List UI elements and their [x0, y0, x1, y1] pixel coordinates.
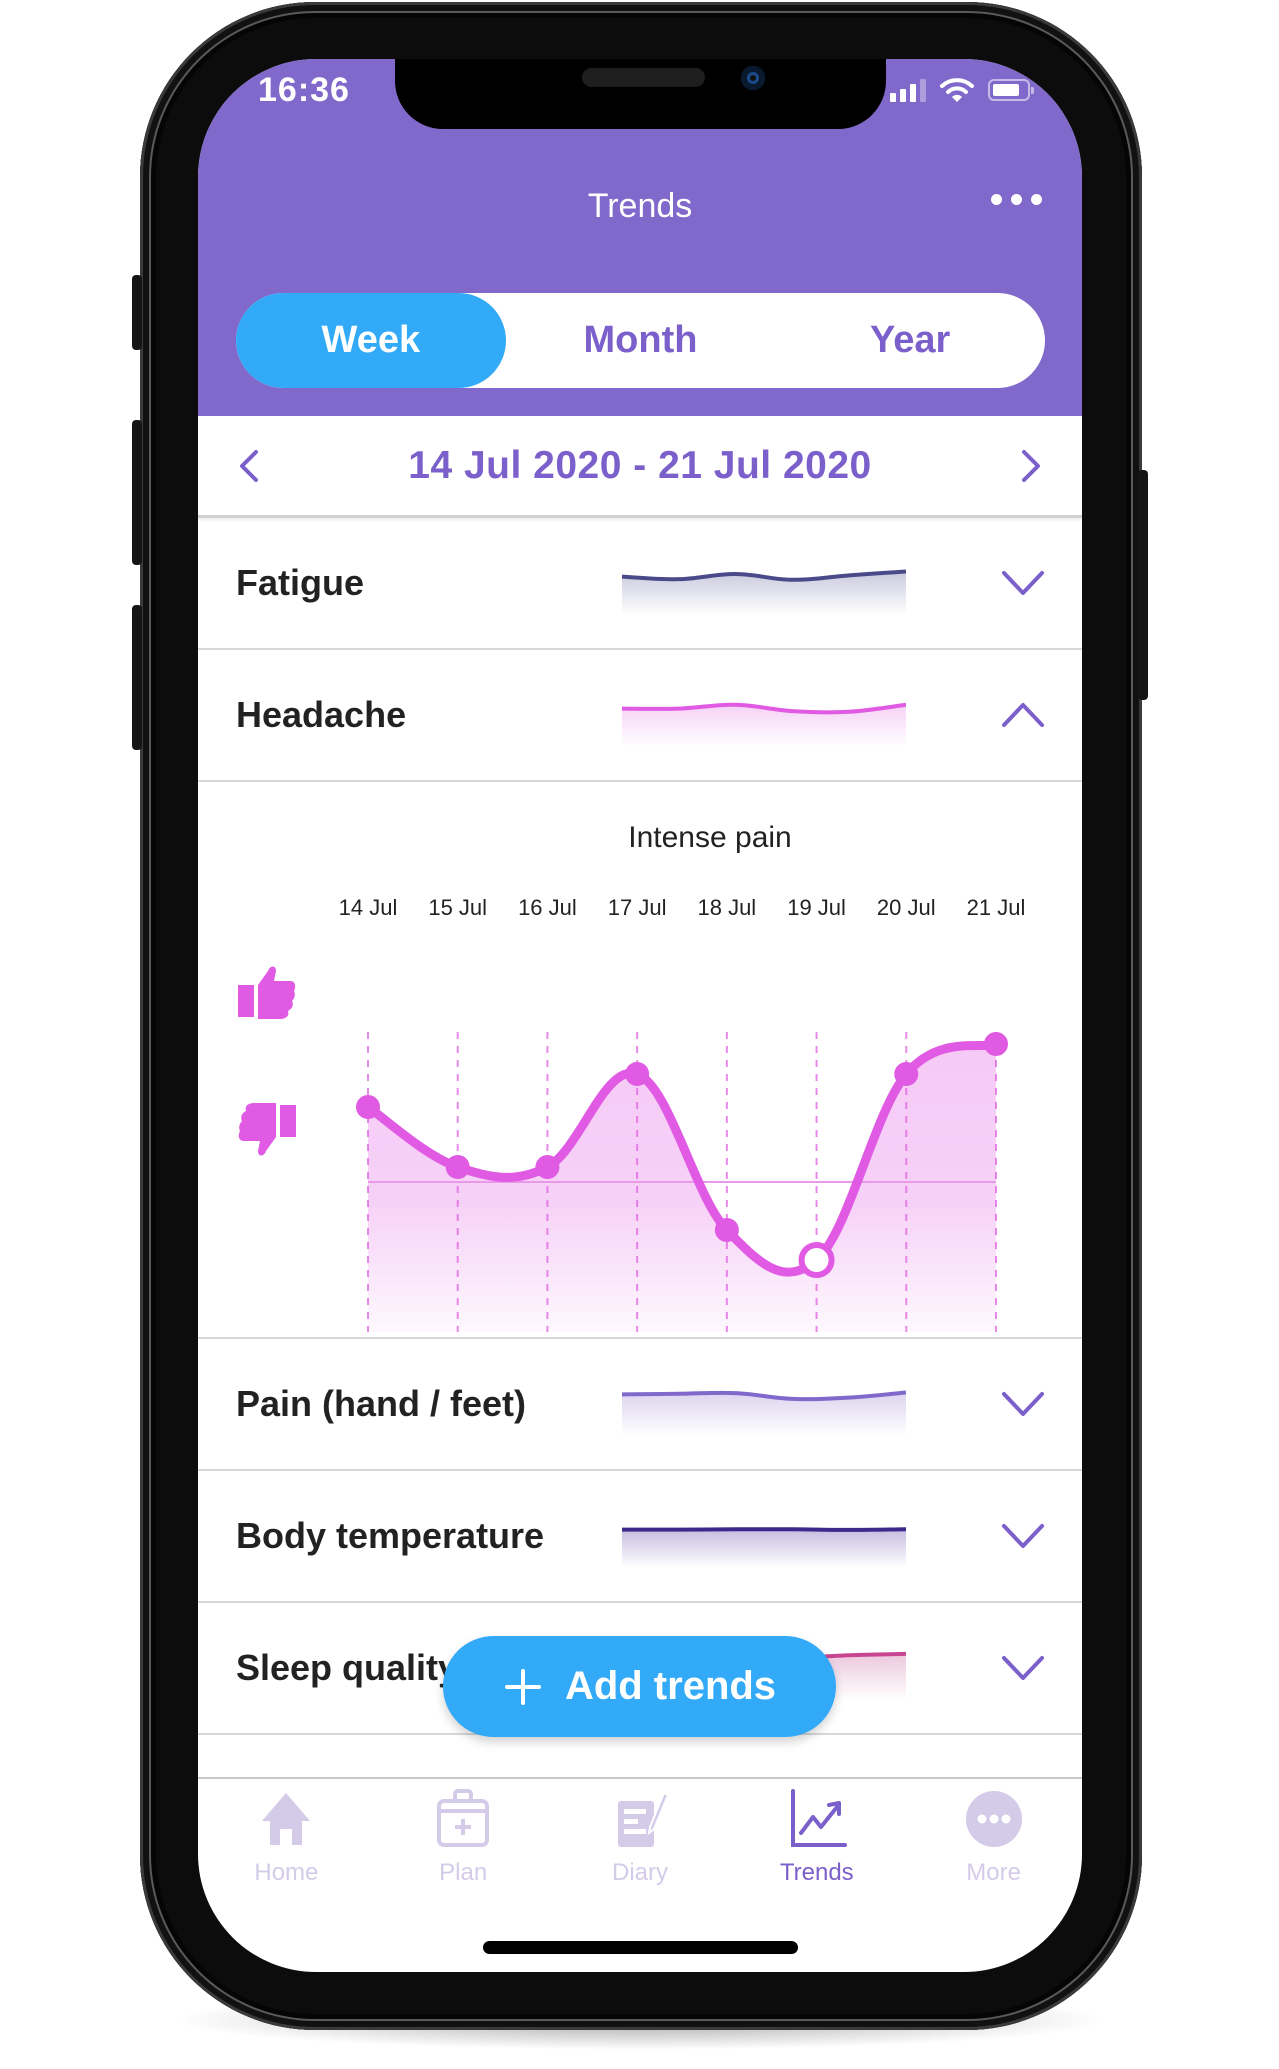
chart-point[interactable]	[714, 1218, 739, 1242]
page-title: Trends	[587, 187, 693, 225]
trend-row-headache[interactable]: Headache	[198, 650, 1082, 782]
chart-point[interactable]	[445, 1155, 470, 1179]
more-options-button[interactable]	[991, 194, 1042, 205]
tab-home[interactable]: Home	[198, 1779, 375, 1927]
home-icon	[262, 1793, 311, 1845]
chevron-down-icon[interactable]	[1000, 1389, 1046, 1419]
tab-label: Trends	[779, 1859, 854, 1886]
chevron-left-icon[interactable]	[230, 446, 270, 486]
tab-label: More	[966, 1859, 1021, 1886]
chevron-up-icon[interactable]	[1000, 700, 1046, 730]
date-range-label: 14 Jul 2020 - 21 Jul 2020	[408, 443, 872, 487]
volume-up-button	[132, 420, 142, 565]
plus-icon	[503, 1667, 543, 1707]
status-icons	[890, 77, 1034, 103]
trend-row-body-temperature[interactable]: Body temperature	[198, 1471, 1082, 1603]
trend-chart-icon	[790, 1789, 847, 1847]
sparkline-line	[622, 1527, 906, 1532]
sparkline-headache	[622, 702, 906, 747]
sparkline-area	[622, 1392, 906, 1436]
front-camera	[741, 66, 765, 90]
home-indicator[interactable]	[483, 1941, 798, 1954]
x-tick-label: 18 Jul	[697, 895, 756, 920]
tab-label: Diary	[611, 1859, 668, 1886]
date-navigator: 14 Jul 2020 - 21 Jul 2020	[198, 416, 1082, 518]
calendar-plus-icon	[437, 1789, 490, 1847]
tab-diary[interactable]: Diary	[552, 1779, 729, 1927]
x-tick-label: 14 Jul	[339, 895, 398, 920]
tab-more[interactable]: More	[905, 1779, 1082, 1927]
phone-screen: 16:36 Trends Week Month Year 14 Jul 2020…	[198, 59, 1082, 1972]
trend-label: Headache	[236, 694, 407, 735]
segment-year[interactable]: Year	[775, 293, 1045, 388]
tab-bar: Home Plan Diary Trends More	[198, 1777, 1082, 1927]
status-time: 16:36	[258, 71, 350, 109]
segment-month[interactable]: Month	[506, 293, 776, 388]
chart-point-selected[interactable]	[798, 1242, 835, 1278]
x-tick-label: 16 Jul	[518, 895, 577, 920]
sparkline-area	[622, 1529, 906, 1568]
tab-label: Plan	[439, 1859, 488, 1886]
notch	[395, 59, 886, 129]
trend-label: Sleep quality	[236, 1647, 459, 1688]
chevron-down-icon[interactable]	[1000, 1653, 1046, 1683]
trend-label: Fatigue	[236, 562, 365, 603]
segment-week[interactable]: Week	[236, 293, 506, 388]
chart-point[interactable]	[535, 1155, 560, 1179]
trend-row-pain[interactable]: Pain (hand / feet)	[198, 1339, 1082, 1471]
speaker-grille	[582, 68, 705, 87]
line-chart: 14 Jul 15 Jul 16 Jul 17 Jul 18 Jul 19 Jul 20 J…	[339, 895, 1026, 1332]
tab-trends[interactable]: Trends	[728, 1779, 905, 1927]
chart-point[interactable]	[625, 1062, 650, 1086]
x-tick-label: 15 Jul	[428, 895, 487, 920]
chevron-down-icon[interactable]	[1000, 1521, 1046, 1551]
more-circle-icon	[965, 1791, 1022, 1847]
trend-label: Body temperature	[236, 1515, 545, 1556]
x-tick-label: 21 Jul	[967, 895, 1026, 920]
sparkline-pain	[622, 1390, 906, 1436]
x-tick-label: 20 Jul	[877, 895, 936, 920]
battery-icon	[988, 79, 1034, 101]
sparkline-fatigue	[622, 569, 906, 615]
add-trends-button[interactable]: Add trends	[443, 1636, 836, 1737]
trend-label: Pain (hand / feet)	[236, 1383, 527, 1424]
trend-row-fatigue[interactable]: Fatigue	[198, 518, 1082, 650]
tab-label: Home	[254, 1859, 319, 1886]
mute-switch	[132, 275, 142, 350]
thumbs-down-icon	[238, 1103, 296, 1156]
chart-point[interactable]	[356, 1095, 380, 1119]
wifi-icon	[940, 78, 974, 102]
power-button	[1138, 470, 1148, 700]
x-tick-label: 19 Jul	[787, 895, 846, 920]
diary-edit-icon	[617, 1791, 670, 1847]
period-segmented-control: Week Month Year	[236, 293, 1045, 388]
add-trends-label: Add trends	[564, 1664, 777, 1708]
thumbs-up-icon	[238, 966, 296, 1019]
volume-down-button	[132, 605, 142, 750]
chart-point[interactable]	[894, 1062, 919, 1086]
sparkline-body-temperature	[622, 1527, 906, 1568]
tab-plan[interactable]: Plan	[375, 1779, 552, 1927]
headache-detail-chart: Intense pain 14 Jul 15 Jul 16 Jul 17 Jul 18 …	[198, 781, 1082, 1339]
chart-point[interactable]	[984, 1032, 1008, 1056]
signal-icon	[890, 78, 926, 102]
chevron-down-icon[interactable]	[1000, 568, 1046, 598]
x-tick-label: 17 Jul	[608, 895, 667, 920]
more-horizontal-icon	[991, 194, 1002, 205]
chevron-right-icon[interactable]	[1010, 446, 1050, 486]
